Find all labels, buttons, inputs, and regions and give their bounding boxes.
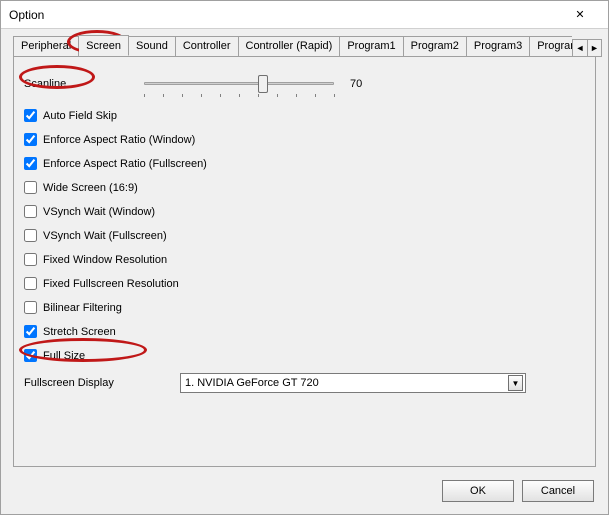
wide-screen-input[interactable] [24, 181, 37, 194]
tabs: Peripheral Screen Sound Controller Contr… [13, 35, 572, 57]
stretch-label: Stretch Screen [43, 326, 116, 338]
auto-field-skip-label: Auto Field Skip [43, 110, 117, 122]
fixed-window-res-checkbox[interactable]: Fixed Window Resolution [24, 253, 585, 266]
wide-screen-label: Wide Screen (16:9) [43, 182, 138, 194]
chevron-down-icon: ▼ [508, 375, 523, 391]
vsync-window-label: VSynch Wait (Window) [43, 206, 155, 218]
scanline-label: Scanline [24, 78, 144, 90]
fullscreen-display-label: Fullscreen Display [24, 377, 180, 389]
slider-track [144, 82, 334, 85]
vsync-window-checkbox[interactable]: VSynch Wait (Window) [24, 205, 585, 218]
cancel-button[interactable]: Cancel [522, 480, 594, 502]
vsync-fullscreen-label: VSynch Wait (Fullscreen) [43, 230, 167, 242]
enforce-ar-fullscreen-input[interactable] [24, 157, 37, 170]
tab-scroll: ◄ ► [572, 39, 602, 57]
fullscreen-display-dropdown[interactable]: 1. NVIDIA GeForce GT 720 ▼ [180, 373, 526, 393]
close-icon: ✕ [575, 8, 584, 21]
dialog-buttons: OK Cancel [442, 480, 594, 502]
fixed-fullscreen-res-checkbox[interactable]: Fixed Fullscreen Resolution [24, 277, 585, 290]
fullscreen-display-value: 1. NVIDIA GeForce GT 720 [185, 377, 319, 389]
bilinear-checkbox[interactable]: Bilinear Filtering [24, 301, 585, 314]
tab-program3[interactable]: Program3 [467, 36, 530, 57]
bilinear-label: Bilinear Filtering [43, 302, 122, 314]
ok-button[interactable]: OK [442, 480, 514, 502]
auto-field-skip-checkbox[interactable]: Auto Field Skip [24, 109, 585, 122]
close-button[interactable]: ✕ [560, 4, 600, 26]
enforce-ar-window-input[interactable] [24, 133, 37, 146]
vsync-fullscreen-checkbox[interactable]: VSynch Wait (Fullscreen) [24, 229, 585, 242]
stretch-input[interactable] [24, 325, 37, 338]
window-title: Option [9, 8, 560, 22]
slider-ticks [144, 93, 334, 97]
tab-program2[interactable]: Program2 [404, 36, 467, 57]
option-dialog: Option ✕ Peripheral Screen Sound Control… [0, 0, 609, 515]
fixed-window-res-input[interactable] [24, 253, 37, 266]
tab-sound[interactable]: Sound [129, 36, 176, 57]
enforce-ar-window-checkbox[interactable]: Enforce Aspect Ratio (Window) [24, 133, 585, 146]
stretch-checkbox[interactable]: Stretch Screen [24, 325, 585, 338]
fixed-fullscreen-res-input[interactable] [24, 277, 37, 290]
enforce-ar-fullscreen-label: Enforce Aspect Ratio (Fullscreen) [43, 158, 207, 170]
titlebar: Option ✕ [1, 1, 608, 29]
screen-panel: Scanline 70 Auto Field Skip Enforce Aspe… [13, 57, 596, 467]
tab-bar: Peripheral Screen Sound Controller Contr… [1, 29, 608, 57]
vsync-fullscreen-input[interactable] [24, 229, 37, 242]
slider-thumb[interactable] [258, 75, 268, 93]
full-size-input[interactable] [24, 349, 37, 362]
full-size-label: Full Size [43, 350, 85, 362]
tab-controller-rapid[interactable]: Controller (Rapid) [239, 36, 341, 57]
auto-field-skip-input[interactable] [24, 109, 37, 122]
tab-controller[interactable]: Controller [176, 36, 239, 57]
enforce-ar-fullscreen-checkbox[interactable]: Enforce Aspect Ratio (Fullscreen) [24, 157, 585, 170]
full-size-checkbox[interactable]: Full Size [24, 349, 585, 362]
tab-peripheral[interactable]: Peripheral [13, 36, 79, 57]
tab-program4[interactable]: Program4 [530, 36, 572, 57]
tab-scroll-right[interactable]: ► [587, 40, 601, 56]
vsync-window-input[interactable] [24, 205, 37, 218]
scanline-slider[interactable] [144, 73, 334, 95]
bilinear-input[interactable] [24, 301, 37, 314]
tab-screen[interactable]: Screen [79, 35, 129, 56]
scanline-value: 70 [350, 78, 390, 90]
fixed-fullscreen-res-label: Fixed Fullscreen Resolution [43, 278, 179, 290]
tab-program1[interactable]: Program1 [340, 36, 403, 57]
wide-screen-checkbox[interactable]: Wide Screen (16:9) [24, 181, 585, 194]
tab-scroll-left[interactable]: ◄ [573, 40, 587, 56]
fixed-window-res-label: Fixed Window Resolution [43, 254, 167, 266]
enforce-ar-window-label: Enforce Aspect Ratio (Window) [43, 134, 195, 146]
